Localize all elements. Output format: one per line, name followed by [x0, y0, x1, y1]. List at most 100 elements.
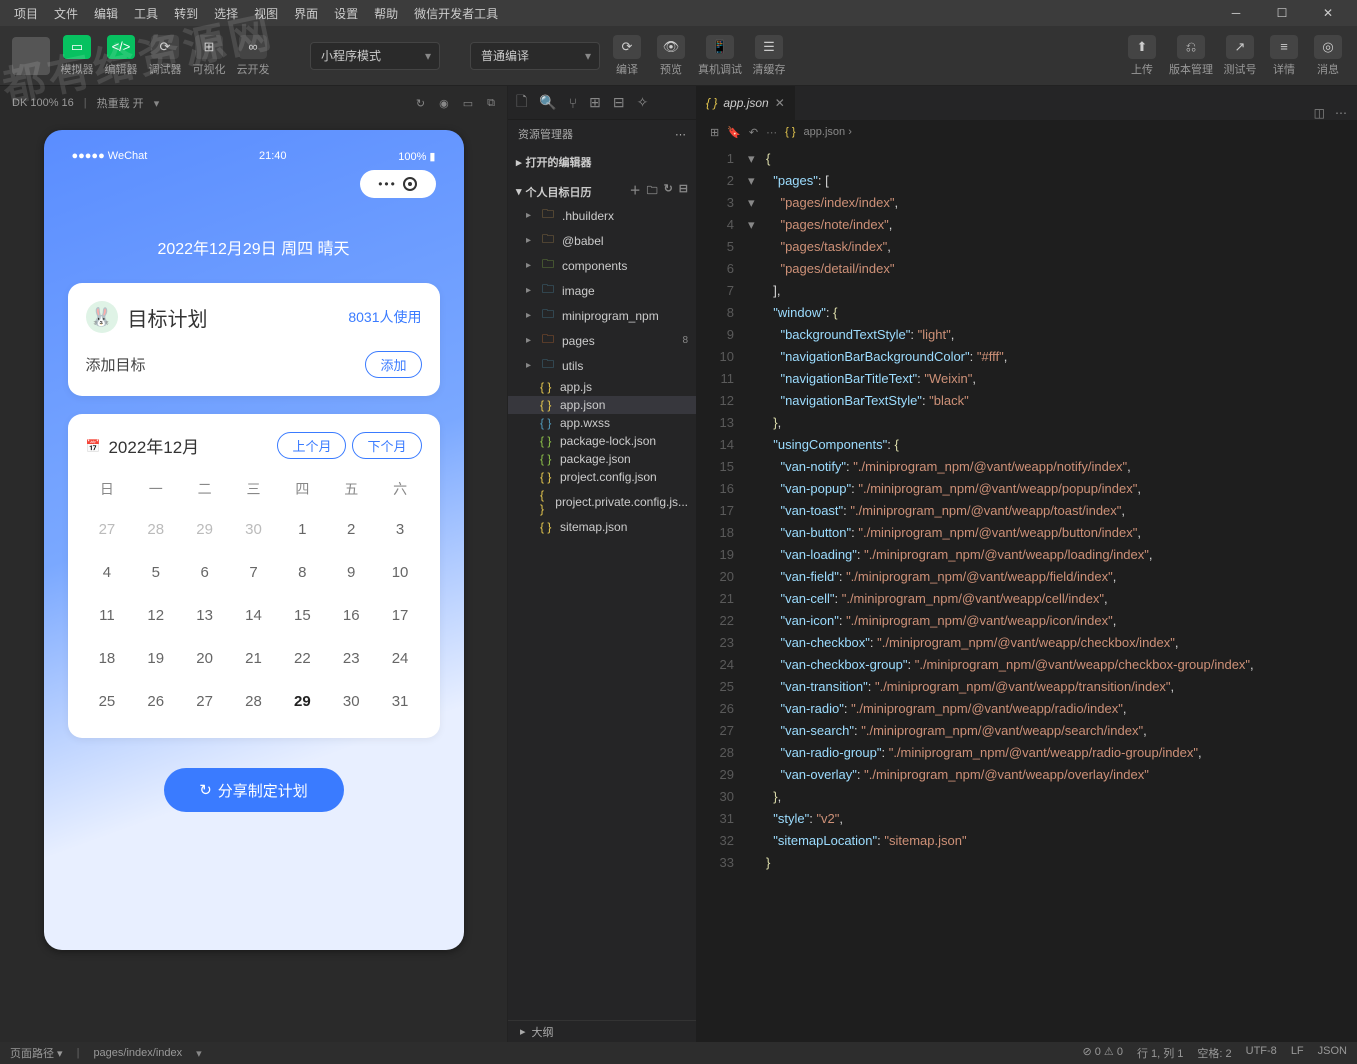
compile-button[interactable]: ⟳编译 [610, 35, 644, 77]
collapse-icon[interactable]: ⊟ [679, 182, 688, 201]
window-maximize[interactable]: ☐ [1259, 0, 1305, 26]
broom-icon[interactable]: ✧ [637, 94, 649, 111]
calendar-day[interactable]: 22 [281, 640, 324, 677]
device-icon[interactable]: ▭ [463, 97, 473, 110]
tree-pages[interactable]: ▸🗀pages8 [508, 328, 696, 353]
calendar-day[interactable]: 1 [281, 511, 324, 548]
open-editors-section[interactable]: ▸ 打开的编辑器 [508, 152, 696, 172]
menu-设置[interactable]: 设置 [326, 5, 366, 22]
new-file-icon[interactable]: ＋ [630, 182, 641, 201]
ext-icon[interactable]: ⊞ [589, 94, 601, 111]
tree-project.private.config.js...[interactable]: { }project.private.config.js... [508, 486, 696, 518]
mode-select[interactable]: 小程序模式 [310, 42, 440, 70]
menu-工具[interactable]: 工具 [126, 5, 166, 22]
editor-more-icon[interactable]: ⋯ [1335, 106, 1347, 120]
calendar-day[interactable]: 3 [379, 511, 422, 548]
cloud-dev[interactable]: ∞云开发 [236, 35, 270, 77]
calendar-day[interactable]: 19 [134, 640, 177, 677]
tree-@babel[interactable]: ▸🗀@babel [508, 228, 696, 253]
calendar-day[interactable]: 27 [86, 511, 129, 548]
tab-app-json[interactable]: { } app.json ✕ [696, 86, 796, 120]
editor-toggle[interactable]: </>编辑器 [104, 35, 138, 77]
detail-button[interactable]: ≡详情 [1267, 35, 1301, 77]
problems[interactable]: ⊘ 0 ⚠ 0 [1082, 1045, 1122, 1061]
outline-section[interactable]: ▸ 大纲 [508, 1020, 696, 1042]
version-button[interactable]: ⎌版本管理 [1169, 35, 1213, 77]
record-icon[interactable]: ◉ [439, 97, 449, 110]
crumb-bookmark-icon[interactable]: 🔖 [727, 126, 741, 139]
tree-project.config.json[interactable]: { }project.config.json [508, 468, 696, 486]
preview-button[interactable]: 👁预览 [654, 35, 688, 77]
calendar-day[interactable]: 30 [232, 511, 275, 548]
language[interactable]: JSON [1318, 1045, 1347, 1061]
crumb-undo-icon[interactable]: ↶ [749, 126, 758, 139]
calendar-day[interactable]: 6 [183, 554, 226, 591]
calendar-day[interactable]: 15 [281, 597, 324, 634]
tree-package-lock.json[interactable]: { }package-lock.json [508, 432, 696, 450]
hot-reload-toggle[interactable]: 热重载 开 [97, 95, 144, 111]
menu-编辑[interactable]: 编辑 [86, 5, 126, 22]
tree-utils[interactable]: ▸🗀utils [508, 353, 696, 378]
files-icon[interactable]: 🗋 [516, 91, 527, 115]
calendar-day[interactable]: 4 [86, 554, 129, 591]
menu-文件[interactable]: 文件 [46, 5, 86, 22]
calendar-day[interactable]: 13 [183, 597, 226, 634]
tree-sitemap.json[interactable]: { }sitemap.json [508, 518, 696, 536]
calendar-day[interactable]: 29 [183, 511, 226, 548]
explorer-more-icon[interactable]: ⋯ [675, 128, 686, 141]
calendar-day[interactable]: 27 [183, 683, 226, 720]
encoding[interactable]: UTF-8 [1246, 1045, 1277, 1061]
calendar-day[interactable]: 28 [232, 683, 275, 720]
tree-app.wxss[interactable]: { }app.wxss [508, 414, 696, 432]
clear-cache-button[interactable]: ☰清缓存 [752, 35, 786, 77]
share-button[interactable]: ↻分享制定计划 [164, 768, 344, 812]
avatar[interactable] [12, 37, 50, 75]
calendar-day[interactable]: 31 [379, 683, 422, 720]
tree-package.json[interactable]: { }package.json [508, 450, 696, 468]
split-editor-icon[interactable]: ◫ [1314, 106, 1325, 120]
calendar-day[interactable]: 7 [232, 554, 275, 591]
calendar-day[interactable]: 2 [330, 511, 373, 548]
calendar-day[interactable]: 29 [281, 683, 324, 720]
calendar-day[interactable]: 16 [330, 597, 373, 634]
popout-icon[interactable]: ⧉ [487, 97, 495, 110]
page-route-label[interactable]: 页面路径 ▾ [10, 1045, 63, 1061]
tree-miniprogram_npm[interactable]: ▸🗀miniprogram_npm [508, 303, 696, 328]
remote-debug-button[interactable]: 📱真机调试 [698, 35, 742, 77]
calendar-day[interactable]: 26 [134, 683, 177, 720]
new-folder-icon[interactable]: 🗀 [647, 182, 658, 201]
menu-选择[interactable]: 选择 [206, 5, 246, 22]
indent[interactable]: 空格: 2 [1197, 1045, 1231, 1061]
crumb-back-icon[interactable]: ⊞ [710, 126, 719, 139]
calendar-day[interactable]: 28 [134, 511, 177, 548]
tree-.hbuilderx[interactable]: ▸🗀.hbuilderx [508, 203, 696, 228]
menu-界面[interactable]: 界面 [286, 5, 326, 22]
page-route[interactable]: pages/index/index [93, 1047, 182, 1059]
cursor-pos[interactable]: 行 1, 列 1 [1137, 1045, 1183, 1061]
menu-帮助[interactable]: 帮助 [366, 5, 406, 22]
git-icon[interactable]: ⑂ [569, 95, 577, 111]
window-close[interactable]: ✕ [1305, 0, 1351, 26]
calendar-day[interactable]: 21 [232, 640, 275, 677]
menu-项目[interactable]: 项目 [6, 5, 46, 22]
calendar-day[interactable]: 14 [232, 597, 275, 634]
debugger-toggle[interactable]: ⟳调试器 [148, 35, 182, 77]
calendar-day[interactable]: 11 [86, 597, 129, 634]
calendar-day[interactable]: 17 [379, 597, 422, 634]
upload-button[interactable]: ⬆上传 [1125, 35, 1159, 77]
tree-app.js[interactable]: { }app.js [508, 378, 696, 396]
calendar-day[interactable]: 9 [330, 554, 373, 591]
calendar-day[interactable]: 20 [183, 640, 226, 677]
testid-button[interactable]: ↗测试号 [1223, 35, 1257, 77]
project-section[interactable]: ▾ 个人目标日历 ＋ 🗀 ↻ ⊟ [508, 180, 696, 203]
menu-微信开发者工具[interactable]: 微信开发者工具 [406, 5, 506, 22]
breadcrumb[interactable]: app.json › [804, 126, 852, 138]
close-tab-icon[interactable]: ✕ [775, 96, 785, 110]
calendar-day[interactable]: 10 [379, 554, 422, 591]
device-info[interactable]: DK 100% 16 [12, 97, 74, 109]
tree-image[interactable]: ▸🗀image [508, 278, 696, 303]
calendar-day[interactable]: 24 [379, 640, 422, 677]
refresh-icon[interactable]: ↻ [416, 97, 425, 110]
menu-视图[interactable]: 视图 [246, 5, 286, 22]
simulator-toggle[interactable]: ▭模拟器 [60, 35, 94, 77]
